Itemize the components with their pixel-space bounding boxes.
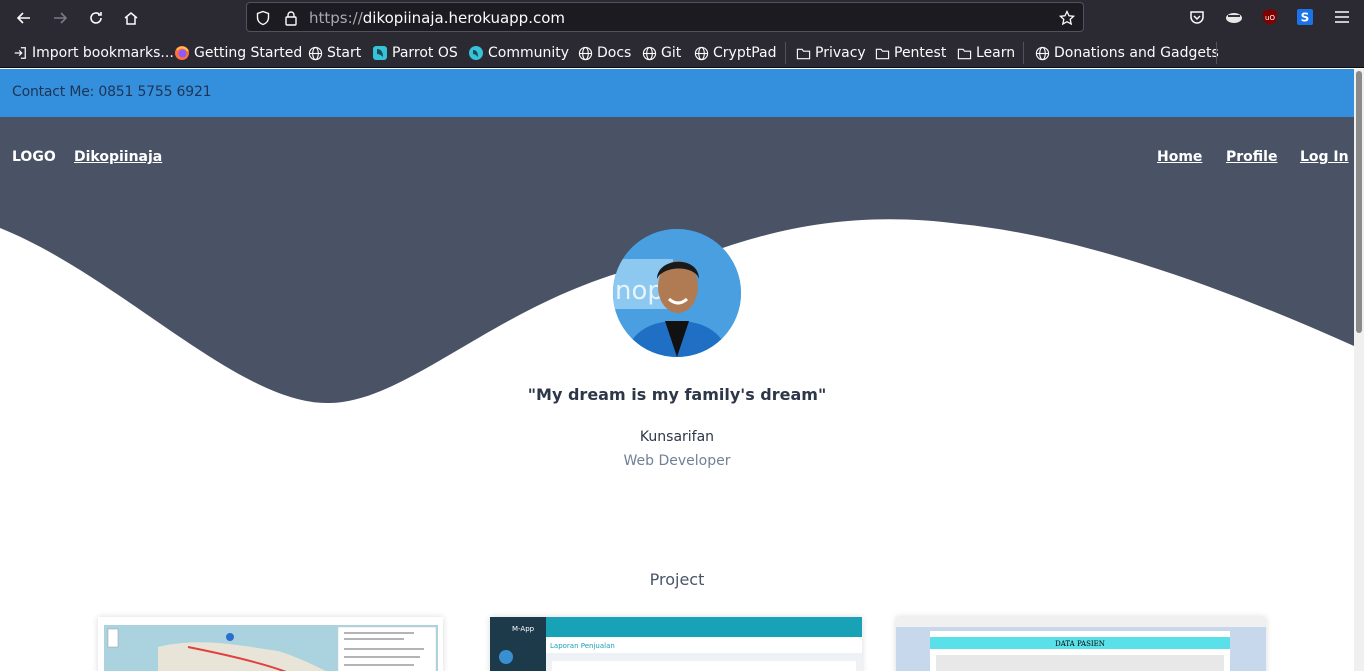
project-thumbnail-mapp: M-App Laporan Penjualan — [490, 617, 862, 671]
contact-text: Contact Me: 0851 5755 6921 — [12, 84, 212, 100]
bookmark-donations[interactable]: Donations and Gadgets — [1034, 43, 1219, 63]
folder-icon — [956, 45, 972, 61]
card2-heading: Laporan Penjualan — [550, 642, 615, 650]
card2-app-label: M-App — [512, 625, 535, 633]
bookmark-label: Start — [327, 45, 362, 61]
back-button[interactable] — [12, 6, 36, 30]
url-text[interactable]: https://dikopiinaja.herokuapp.com — [309, 9, 565, 27]
project-thumbnail-map — [98, 617, 443, 671]
firefox-icon — [174, 45, 190, 61]
reload-button[interactable] — [84, 6, 108, 30]
bookmark-label: Getting Started — [194, 45, 303, 61]
bookmark-getting-started[interactable]: Getting Started — [174, 43, 302, 63]
bookmark-git[interactable]: Git — [641, 43, 681, 63]
site-logo[interactable]: LOGO — [12, 149, 56, 165]
project-card-pasien[interactable]: DATA PASIEN — [896, 617, 1266, 671]
globe-icon — [307, 45, 323, 61]
nav-home-link[interactable]: Home — [1157, 149, 1202, 165]
pocket-icon[interactable] — [1188, 8, 1206, 26]
bookmark-folder-privacy[interactable]: Privacy — [795, 43, 866, 63]
bookmark-label: Community — [488, 45, 570, 61]
globe-icon — [641, 45, 657, 61]
bookmark-start[interactable]: Start — [307, 43, 361, 63]
profile-name: Kunsarifan — [639, 429, 715, 445]
bookmark-parrot-os[interactable]: Parrot OS — [372, 43, 458, 63]
page-scrollbar[interactable] — [1354, 69, 1364, 671]
lock-icon[interactable] — [283, 10, 299, 26]
project-thumbnail-pasien: DATA PASIEN — [896, 617, 1266, 671]
community-icon — [468, 45, 484, 61]
nav-profile-link[interactable]: Profile — [1226, 149, 1277, 165]
bookmark-label: Import bookmarks... — [32, 45, 174, 61]
bookmark-label: Docs — [597, 45, 632, 61]
contact-bar: Contact Me: 0851 5755 6921 — [0, 69, 1354, 117]
bookmark-folder-pentest[interactable]: Pentest — [874, 43, 946, 63]
home-button[interactable] — [119, 6, 143, 30]
bookmark-separator — [1216, 42, 1217, 64]
ublock-icon[interactable]: uO — [1261, 8, 1279, 26]
globe-icon — [1034, 45, 1050, 61]
profile-avatar: nop — [613, 229, 741, 357]
menu-icon[interactable] — [1333, 8, 1351, 26]
folder-icon — [795, 45, 811, 61]
bookmark-label: CryptPad — [713, 45, 777, 61]
project-card-mapp[interactable]: M-App Laporan Penjualan — [490, 617, 862, 671]
extension-icon[interactable] — [1225, 8, 1243, 26]
site-header: LOGO Dikopiinaja Home Profile Log In — [0, 117, 1354, 217]
folder-icon — [874, 45, 890, 61]
bookmark-separator — [1023, 42, 1024, 64]
brand-link[interactable]: Dikopiinaja — [74, 149, 162, 165]
project-section-title: Project — [649, 570, 705, 589]
bookmark-folder-learn[interactable]: Learn — [956, 43, 1015, 63]
profile-quote: "My dream is my family's dream" — [527, 385, 827, 404]
parrot-icon — [372, 45, 388, 61]
forward-button[interactable] — [48, 6, 72, 30]
arrow-left-icon — [16, 12, 30, 24]
s-extension-icon[interactable]: S — [1296, 8, 1314, 26]
bookmark-label: Git — [661, 45, 682, 61]
web-page: Contact Me: 0851 5755 6921 LOGO Dikopiin… — [0, 69, 1354, 671]
shield-icon[interactable] — [255, 10, 271, 26]
bookmark-label: Donations and Gadgets — [1054, 45, 1219, 61]
browser-toolbar: https://dikopiinaja.herokuapp.com uO S — [0, 0, 1364, 36]
svg-text:S: S — [1301, 11, 1310, 25]
globe-icon — [577, 45, 593, 61]
bookmark-label: Learn — [976, 45, 1016, 61]
bookmark-import[interactable]: Import bookmarks... — [12, 43, 174, 63]
home-icon — [124, 12, 138, 25]
arrow-right-icon — [54, 12, 68, 24]
url-bar[interactable]: https://dikopiinaja.herokuapp.com — [246, 2, 1084, 32]
bookmark-separator — [785, 42, 786, 64]
bookmarks-bar: Import bookmarks... Getting Started Star… — [0, 36, 1364, 68]
star-icon[interactable] — [1059, 10, 1075, 26]
card3-heading: DATA PASIEN — [1055, 640, 1105, 648]
url-scheme: https:// — [309, 9, 363, 27]
reload-icon — [90, 12, 102, 24]
svg-text:uO: uO — [1265, 14, 1275, 22]
bookmark-label: Pentest — [894, 45, 947, 61]
url-host: dikopiinaja.herokuapp.com — [362, 9, 566, 27]
bookmark-label: Privacy — [815, 45, 866, 61]
globe-icon — [693, 45, 709, 61]
import-icon — [12, 45, 28, 61]
profile-photo: nop — [613, 229, 741, 357]
svg-text:nop: nop — [615, 276, 664, 306]
bookmark-cryptpad[interactable]: CryptPad — [693, 43, 776, 63]
bookmark-label: Parrot OS — [392, 45, 458, 61]
project-card-map[interactable] — [98, 617, 443, 671]
bookmark-community[interactable]: Community — [468, 43, 569, 63]
bookmark-docs[interactable]: Docs — [577, 43, 631, 63]
scrollbar-thumb[interactable] — [1356, 71, 1362, 333]
profile-role: Web Developer — [623, 453, 731, 469]
nav-login-link[interactable]: Log In — [1300, 149, 1349, 165]
